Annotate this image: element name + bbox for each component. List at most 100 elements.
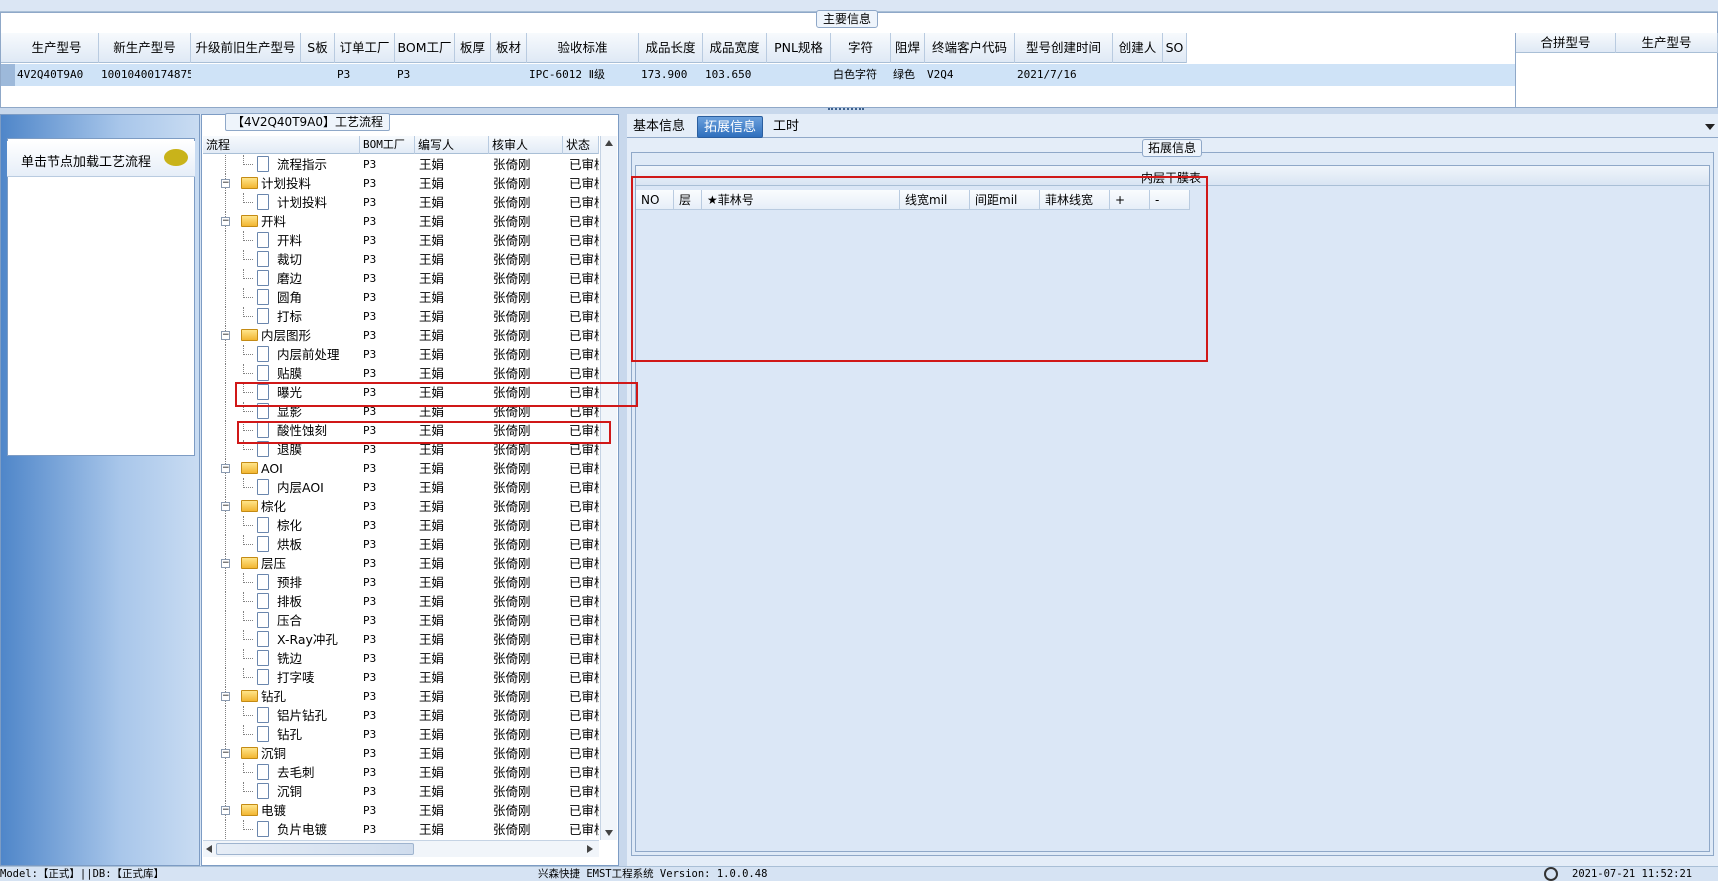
main-col-10[interactable]: 成品宽度 [703, 33, 767, 63]
main-cell-0[interactable]: 4V2Q40T9A0 [15, 64, 99, 86]
main-col-7[interactable]: 板材 [491, 33, 527, 63]
flow-row[interactable]: 裁切 P3 王娟 张倚刚 已审核 [203, 250, 599, 269]
flow-row[interactable]: 钻孔 P3 王娟 张倚刚 已审核 [203, 725, 599, 744]
flow-row[interactable]: 内层前处理 P3 王娟 张倚刚 已审核 [203, 345, 599, 364]
vertical-splitter[interactable] [619, 114, 627, 866]
main-col-3[interactable]: S板 [301, 33, 335, 63]
flow-row[interactable]: 铝片钻孔 P3 王娟 张倚刚 已审核 [203, 706, 599, 725]
flow-row[interactable]: − 棕化 P3 王娟 张倚刚 已审核 [203, 497, 599, 516]
flow-row[interactable]: − 沉铜 P3 王娟 张倚刚 已审核 [203, 744, 599, 763]
flow-row[interactable]: − 计划投料 P3 王娟 张倚刚 已审核 [203, 174, 599, 193]
flow-row[interactable]: 流程指示 P3 王娟 张倚刚 已审核 [203, 155, 599, 174]
flow-row[interactable]: 打标 P3 王娟 张倚刚 已审核 [203, 307, 599, 326]
collapse-icon[interactable]: − [221, 806, 230, 815]
flow-writer: 王娟 [419, 651, 445, 666]
flow-row[interactable]: − 开料 P3 王娟 张倚刚 已审核 [203, 212, 599, 231]
collapse-icon[interactable]: − [221, 179, 230, 188]
main-cell-15[interactable]: 2021/7/16 [1015, 64, 1113, 86]
main-cell-2[interactable] [191, 64, 301, 86]
flow-row[interactable]: 排板 P3 王娟 张倚刚 已审核 [203, 592, 599, 611]
flow-row[interactable]: 去毛刺 P3 王娟 张倚刚 已审核 [203, 763, 599, 782]
main-cell-13[interactable]: 绿色 [891, 64, 925, 86]
flow-row[interactable]: 预排 P3 王娟 张倚刚 已审核 [203, 573, 599, 592]
main-col-1[interactable]: 新生产型号 [99, 33, 191, 63]
flow-row[interactable]: 烘板 P3 王娟 张倚刚 已审核 [203, 535, 599, 554]
main-col-9[interactable]: 成品长度 [639, 33, 703, 63]
main-col-13[interactable]: 阻焊 [891, 33, 925, 63]
flow-row[interactable]: − 电镀 P3 王娟 张倚刚 已审核 [203, 801, 599, 820]
collapse-icon[interactable]: − [221, 331, 230, 340]
main-col-17[interactable]: SO [1163, 33, 1187, 63]
collapse-icon[interactable]: − [221, 464, 230, 473]
tab-dropdown-icon[interactable] [1705, 124, 1715, 130]
flow-row[interactable]: 开料 P3 王娟 张倚刚 已审核 [203, 231, 599, 250]
flow-col-name[interactable]: 流程 [203, 136, 360, 154]
scroll-left-icon[interactable] [206, 845, 212, 853]
flow-row[interactable]: 压合 P3 王娟 张倚刚 已审核 [203, 611, 599, 630]
flow-row[interactable]: 棕化 P3 王娟 张倚刚 已审核 [203, 516, 599, 535]
flow-col-reviewer[interactable]: 核审人 [489, 136, 563, 154]
main-cell-6[interactable] [455, 64, 491, 86]
main-col-2[interactable]: 升级前旧生产型号 [191, 33, 301, 63]
flow-col-writer[interactable]: 编写人 [415, 136, 489, 154]
tab-basic-info[interactable]: 基本信息 [627, 116, 691, 138]
collapse-icon[interactable]: − [221, 749, 230, 758]
collapse-icon[interactable]: − [221, 559, 230, 568]
main-col-12[interactable]: 字符 [831, 33, 891, 63]
flow-col-bom[interactable]: BOM工厂 [360, 136, 415, 154]
collapse-icon[interactable]: − [221, 502, 230, 511]
flow-bom: P3 [363, 728, 377, 741]
flow-row[interactable]: X-Ray冲孔 P3 王娟 张倚刚 已审核 [203, 630, 599, 649]
flow-row[interactable]: − 层压 P3 王娟 张倚刚 已审核 [203, 554, 599, 573]
flow-row[interactable]: 贴膜 P3 王娟 张倚刚 已审核 [203, 364, 599, 383]
main-cell-3[interactable] [301, 64, 335, 86]
main-cell-10[interactable]: 103.650 [703, 64, 767, 86]
main-col-0[interactable]: 生产型号 [15, 33, 99, 63]
tab-extended-info[interactable]: 拓展信息 [697, 116, 764, 138]
scroll-right-icon[interactable] [587, 845, 593, 853]
scroll-up-icon[interactable] [605, 140, 613, 146]
main-cell-11[interactable] [767, 64, 831, 86]
flow-row[interactable]: 圆角 P3 王娟 张倚刚 已审核 [203, 288, 599, 307]
main-cell-1[interactable]: 10010400174875 [99, 64, 191, 86]
main-col-14[interactable]: 终端客户代码 [925, 33, 1015, 63]
main-cell-17[interactable] [1163, 64, 1187, 86]
flow-row[interactable]: 内层AOI P3 王娟 张倚刚 已审核 [203, 478, 599, 497]
flow-col-status[interactable]: 状态 [563, 136, 599, 154]
collapse-icon[interactable]: − [221, 217, 230, 226]
main-cell-8[interactable]: IPC-6012 Ⅱ级 [527, 64, 639, 86]
main-cell-12[interactable]: 白色字符 [831, 64, 891, 86]
flow-row[interactable]: − 内层图形 P3 王娟 张倚刚 已审核 [203, 326, 599, 345]
flow-horizontal-thumb[interactable] [216, 843, 414, 855]
main-info-row[interactable]: 4V2Q40T9A0 10010400174875 P3 P3 IPC-6012 Ⅱ级 1… [1, 64, 1515, 86]
main-col-16[interactable]: 创建人 [1113, 33, 1163, 63]
row-selector[interactable] [1, 64, 15, 86]
flow-row[interactable]: 计划投料 P3 王娟 张倚刚 已审核 [203, 193, 599, 212]
main-col-8[interactable]: 验收标准 [527, 33, 639, 63]
flow-row[interactable]: 沉铜 P3 王娟 张倚刚 已审核 [203, 782, 599, 801]
flow-vertical-scrollbar[interactable] [600, 136, 617, 840]
tab-work-hours[interactable]: 工时 [767, 116, 805, 138]
load-flow-button[interactable]: 单击节点加载工艺流程 [7, 141, 195, 177]
flow-row[interactable]: 负片电镀 P3 王娟 张倚刚 已审核 [203, 820, 599, 839]
flow-row[interactable]: − 钻孔 P3 王娟 张倚刚 已审核 [203, 687, 599, 706]
flow-bom: P3 [363, 500, 377, 513]
main-cell-9[interactable]: 173.900 [639, 64, 703, 86]
main-cell-5[interactable]: P3 [395, 64, 455, 86]
flow-row[interactable]: 磨边 P3 王娟 张倚刚 已审核 [203, 269, 599, 288]
scroll-down-icon[interactable] [605, 830, 613, 836]
main-col-11[interactable]: PNL规格 [767, 33, 831, 63]
main-col-5[interactable]: BOM工厂 [395, 33, 455, 63]
main-cell-7[interactable] [491, 64, 527, 86]
collapse-icon[interactable]: − [221, 692, 230, 701]
flow-horizontal-scrollbar[interactable] [203, 840, 599, 857]
main-cell-16[interactable] [1113, 64, 1163, 86]
main-col-4[interactable]: 订单工厂 [335, 33, 395, 63]
main-col-15[interactable]: 型号创建时间 [1015, 33, 1113, 63]
flow-row[interactable]: 打字唛 P3 王娟 张倚刚 已审核 [203, 668, 599, 687]
main-cell-14[interactable]: V2Q4 [925, 64, 1015, 86]
flow-row[interactable]: − AOI P3 王娟 张倚刚 已审核 [203, 459, 599, 478]
flow-row[interactable]: 铣边 P3 王娟 张倚刚 已审核 [203, 649, 599, 668]
main-col-6[interactable]: 板厚 [455, 33, 491, 63]
main-cell-4[interactable]: P3 [335, 64, 395, 86]
